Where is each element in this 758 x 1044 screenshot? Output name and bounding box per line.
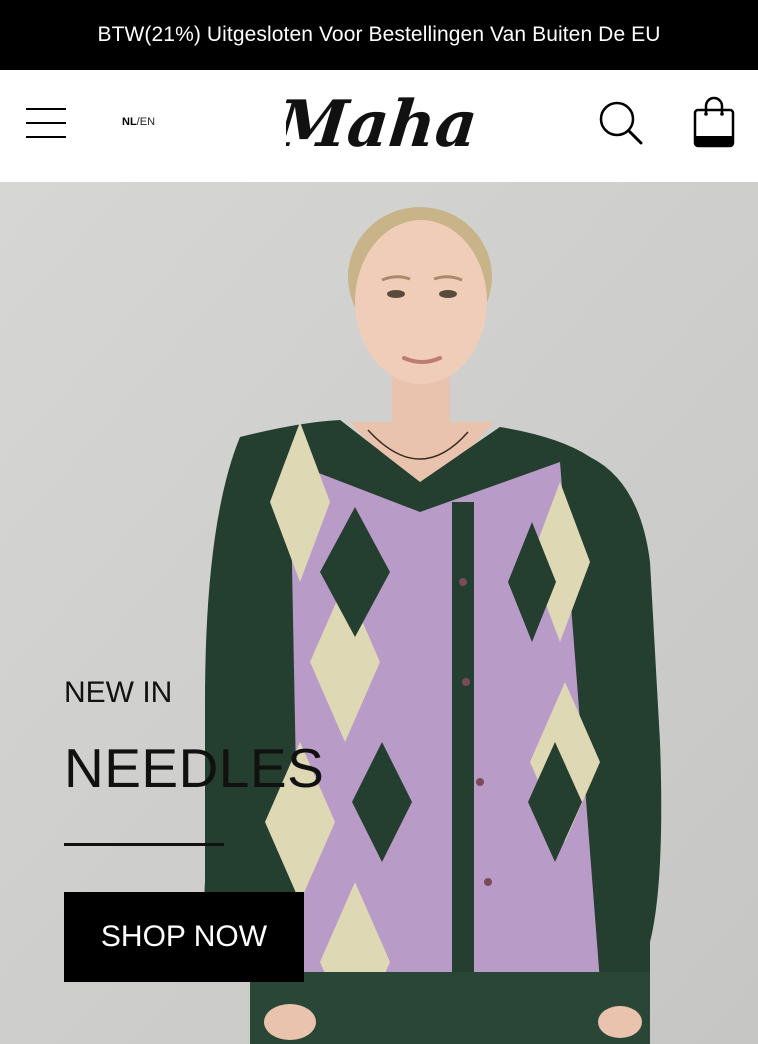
hero-divider — [64, 843, 224, 846]
search-icon — [599, 101, 643, 145]
hero-title: NEEDLES — [64, 737, 325, 799]
maha-logo-mark: Maha — [271, 87, 481, 162]
site-header: NL/EN Maha — [0, 70, 758, 182]
language-en-link[interactable]: EN — [140, 116, 155, 128]
logo-text: Maha — [286, 87, 476, 162]
language-nl-link[interactable]: NL — [122, 116, 137, 128]
cart-button[interactable] — [690, 96, 738, 150]
announcement-bar: BTW(21%) Uitgesloten Voor Bestellingen V… — [0, 0, 758, 70]
shop-now-button[interactable]: SHOP NOW — [64, 892, 304, 982]
hero-banner[interactable]: NEW IN NEEDLES SHOP NOW — [0, 182, 758, 1044]
language-switcher: NL/EN — [122, 116, 155, 128]
hero-eyebrow: NEW IN — [64, 676, 173, 709]
search-button[interactable] — [596, 98, 646, 148]
announcement-text: BTW(21%) Uitgesloten Voor Bestellingen V… — [97, 23, 661, 46]
menu-button[interactable] — [24, 106, 68, 140]
brand-logo[interactable]: Maha — [271, 86, 481, 166]
shopping-bag-icon — [693, 96, 735, 148]
